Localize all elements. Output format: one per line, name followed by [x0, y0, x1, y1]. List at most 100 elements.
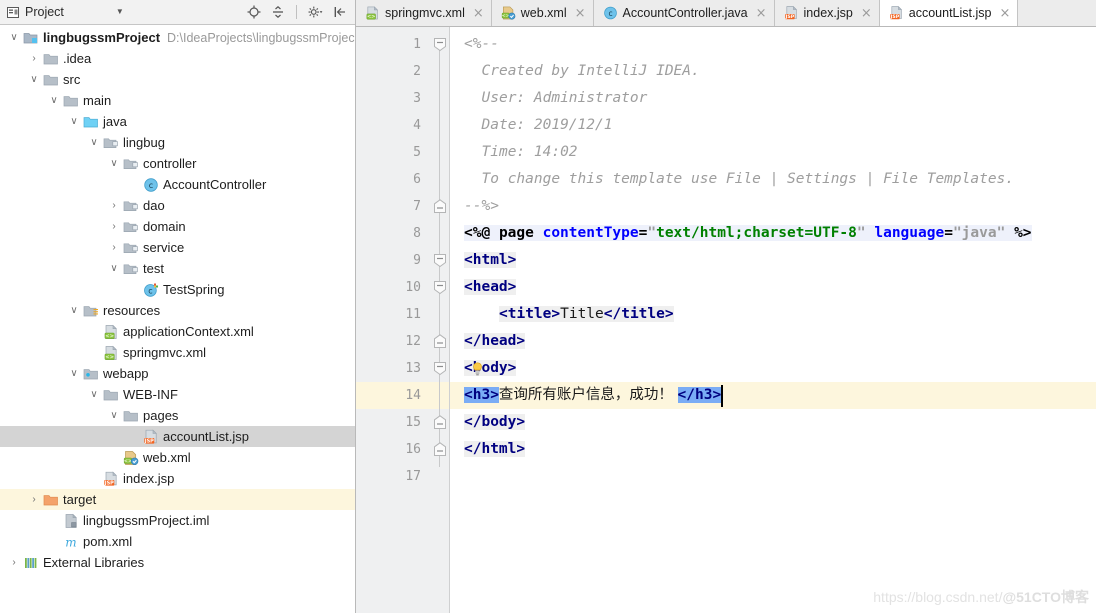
tree-item-applicationcontext-xml[interactable]: ›<> applicationContext.xml — [0, 321, 355, 342]
fold-region-start-icon[interactable] — [433, 37, 447, 52]
editor-tab-accountlist-jsp[interactable]: JSP accountList.jsp × — [879, 0, 1019, 26]
jsp-file-icon: JSP — [889, 5, 904, 21]
chevron-down-icon[interactable]: ∨ — [66, 305, 82, 316]
tree-item-lingbugssmproject[interactable]: ∨ lingbugssmProject D:\IdeaProjects\lingbu… — [0, 27, 355, 48]
project-tree[interactable]: ∨ lingbugssmProject D:\IdeaProjects\lingbu… — [0, 25, 355, 613]
tree-item-src[interactable]: ∨ src — [0, 69, 355, 90]
hide-panel-icon[interactable] — [332, 5, 347, 20]
chevron-down-icon[interactable]: ∨ — [106, 263, 122, 274]
code-token — [533, 225, 543, 241]
chevron-down-icon[interactable]: ∨ — [26, 74, 42, 85]
tree-item-controller[interactable]: ∨ controller — [0, 153, 355, 174]
folder-gray-icon — [122, 408, 139, 424]
fold-region-end-icon[interactable] — [433, 415, 447, 430]
settings-gear-icon[interactable] — [308, 5, 323, 20]
tree-item-testspring[interactable]: › c TestSpring — [0, 279, 355, 300]
code-token: " — [952, 225, 962, 241]
tree-item-accountlist-jsp[interactable]: ›JSP accountList.jsp — [0, 426, 355, 447]
head-close-tag: </head> — [464, 333, 526, 349]
tree-item-label: TestSpring — [163, 282, 225, 297]
package-icon — [102, 135, 119, 151]
close-icon[interactable]: × — [999, 7, 1010, 20]
chevron-down-icon[interactable]: ∨ — [106, 410, 122, 421]
code-line-6[interactable]: To change this template use File | Setti… — [482, 166, 1015, 193]
fold-region-start-icon[interactable] — [433, 280, 447, 295]
tree-item-service[interactable]: › service — [0, 237, 355, 258]
chevron-right-icon[interactable]: › — [106, 221, 122, 232]
editor-tab-accountcontroller-java[interactable]: c AccountController.java × — [593, 0, 775, 26]
chevron-down-icon[interactable]: ∨ — [66, 368, 82, 379]
code-line-5[interactable]: Time: 14:02 — [482, 139, 578, 166]
collapse-all-icon[interactable] — [270, 5, 285, 20]
tree-item-domain[interactable]: › domain — [0, 216, 355, 237]
tree-item-pom-xml[interactable]: ›m pom.xml — [0, 531, 355, 552]
chevron-down-icon[interactable]: ∨ — [6, 32, 22, 43]
editor-tab-web-xml[interactable]: <> web.xml × — [491, 0, 594, 26]
tree-item-web-xml[interactable]: ›<> web.xml — [0, 447, 355, 468]
tree-item-external-libraries[interactable]: › External Libraries — [0, 552, 355, 573]
fold-region-end-icon[interactable] — [433, 199, 447, 214]
code-line-15[interactable]: </body> — [464, 409, 526, 436]
chevron-down-icon[interactable]: ▼ — [116, 8, 124, 16]
chevron-right-icon[interactable]: › — [26, 494, 42, 505]
tree-item-label: lingbugssmProject — [43, 30, 161, 45]
close-icon[interactable]: × — [861, 7, 872, 20]
close-icon[interactable]: × — [756, 7, 767, 20]
code-line-7[interactable]: --%> — [464, 193, 499, 220]
package-icon — [122, 240, 139, 256]
tree-item-webapp[interactable]: ∨ webapp — [0, 363, 355, 384]
locate-icon[interactable] — [246, 5, 261, 20]
code-line-3[interactable]: User: Administrator — [482, 85, 648, 112]
chevron-down-icon[interactable]: ∨ — [106, 158, 122, 169]
tree-item-accountcontroller[interactable]: › c AccountController — [0, 174, 355, 195]
fold-region-start-icon[interactable] — [433, 361, 447, 376]
twisty-placeholder: › — [46, 537, 62, 547]
close-icon[interactable]: × — [575, 7, 586, 20]
intention-bulb-icon[interactable] — [471, 362, 484, 376]
editor-tab-springmvc-xml[interactable]: <> springmvc.xml × — [356, 0, 492, 26]
tree-item-springmvc-xml[interactable]: ›<> springmvc.xml — [0, 342, 355, 363]
tree-item-index-jsp[interactable]: ›JSP index.jsp — [0, 468, 355, 489]
tree-item-pages[interactable]: ∨ pages — [0, 405, 355, 426]
editor-tab-bar[interactable]: <> springmvc.xml × <> web.xml × c AccountContro… — [356, 0, 1097, 27]
code-line-9[interactable]: <html> — [464, 247, 517, 274]
chevron-right-icon[interactable]: › — [106, 200, 122, 211]
line-number: 7 — [413, 199, 421, 214]
tree-item-java[interactable]: ∨ java — [0, 111, 355, 132]
tree-item--idea[interactable]: › .idea — [0, 48, 355, 69]
code-folding-gutter[interactable] — [431, 27, 450, 613]
h3-inner-text: 查询所有账户信息，成功！ — [498, 387, 678, 403]
code-line-2[interactable]: Created by IntelliJ IDEA. — [482, 58, 700, 85]
chevron-right-icon[interactable]: › — [6, 557, 22, 568]
chevron-right-icon[interactable]: › — [106, 242, 122, 253]
code-line-1[interactable]: <%-- — [464, 31, 499, 58]
code-editor[interactable]: 1 2 3 4 5 6 7 8 9 10 11 12 13 14 15 16 17 <%-- Created by… — [356, 27, 1097, 613]
code-line-12[interactable]: </head> — [464, 328, 526, 355]
code-line-14[interactable]: <h3>查询所有账户信息，成功！ </h3> — [464, 382, 722, 409]
code-line-10[interactable]: <head> — [464, 274, 517, 301]
tree-item-lingbug[interactable]: ∨ lingbug — [0, 132, 355, 153]
tree-item-target[interactable]: › target — [0, 489, 355, 510]
tree-item-web-inf[interactable]: ∨ WEB-INF — [0, 384, 355, 405]
code-line-8[interactable]: <%@ page contentType="text/html;charset=… — [464, 220, 1032, 247]
chevron-down-icon[interactable]: ∨ — [86, 137, 102, 148]
chevron-down-icon[interactable]: ∨ — [46, 95, 62, 106]
comment-text: Date: 2019/12/1 — [481, 117, 613, 133]
fold-region-start-icon[interactable] — [433, 253, 447, 268]
code-line-4[interactable]: Date: 2019/12/1 — [482, 112, 613, 139]
tree-item-dao[interactable]: › dao — [0, 195, 355, 216]
fold-region-end-icon[interactable] — [433, 442, 447, 457]
tree-item-main[interactable]: ∨ main — [0, 90, 355, 111]
code-line-11[interactable]: <title>Title</title> — [499, 301, 674, 328]
tree-item-test[interactable]: ∨ test — [0, 258, 355, 279]
close-icon[interactable]: × — [473, 7, 484, 20]
tree-item-resources[interactable]: ∨ resources — [0, 300, 355, 321]
code-text-area[interactable]: <%-- Created by IntelliJ IDEA. User: Admin… — [450, 27, 1097, 613]
code-line-16[interactable]: </html> — [464, 436, 526, 463]
chevron-down-icon[interactable]: ∨ — [66, 116, 82, 127]
chevron-down-icon[interactable]: ∨ — [86, 389, 102, 400]
chevron-right-icon[interactable]: › — [26, 53, 42, 64]
fold-region-end-icon[interactable] — [433, 334, 447, 349]
tree-item-lingbugssmproject-iml[interactable]: › lingbugssmProject.iml — [0, 510, 355, 531]
editor-tab-index-jsp[interactable]: JSP index.jsp × — [774, 0, 880, 26]
